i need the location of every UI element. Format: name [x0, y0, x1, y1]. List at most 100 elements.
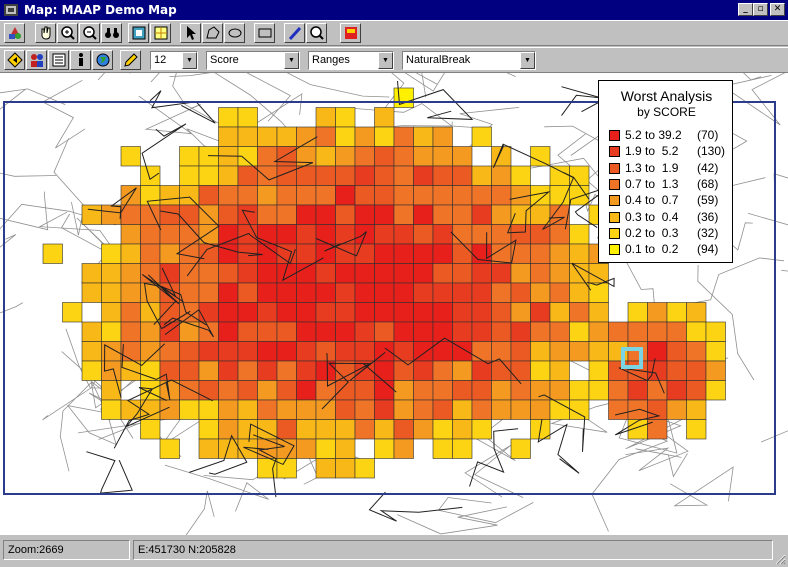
- grid-cell: [159, 185, 180, 206]
- grid-cell: [276, 419, 297, 440]
- zoom-in-button[interactable]: [57, 23, 78, 43]
- rectangle-button[interactable]: [254, 23, 275, 43]
- grid-cell: [198, 302, 219, 323]
- grid-cell: [237, 321, 258, 342]
- grid-cell: [413, 204, 434, 225]
- layers-icon: [9, 27, 21, 39]
- grid-cell: [257, 204, 278, 225]
- map-extent-button[interactable]: [128, 23, 149, 43]
- list-button[interactable]: [48, 50, 69, 70]
- grid-cell: [510, 243, 531, 264]
- class-count-select[interactable]: 12 ▼: [150, 51, 198, 70]
- select-button[interactable]: [180, 23, 201, 43]
- pan-button[interactable]: [35, 23, 56, 43]
- grid-cell: [588, 360, 609, 381]
- close-button[interactable]: ✕: [770, 3, 785, 16]
- ellipse-icon: [228, 28, 242, 38]
- chevron-down-icon[interactable]: ▼: [182, 52, 197, 69]
- layers-button[interactable]: [4, 23, 25, 43]
- grid-cell: [705, 321, 726, 342]
- method-select[interactable]: Ranges ▼: [308, 51, 394, 70]
- grid-cell: [354, 302, 375, 323]
- grid-cell: [432, 302, 453, 323]
- grid-cell: [296, 165, 317, 186]
- grid-cell: [608, 380, 629, 401]
- field-select[interactable]: Score ▼: [206, 51, 300, 70]
- grid-cell: [198, 204, 219, 225]
- grid-cell: [237, 263, 258, 284]
- chevron-down-icon[interactable]: ▼: [284, 52, 299, 69]
- grid-cell: [666, 321, 687, 342]
- grid-cell: [432, 282, 453, 303]
- grid-cell: [276, 399, 297, 420]
- grid-cell: [686, 302, 707, 323]
- grid-cell: [432, 126, 453, 147]
- navigate-button[interactable]: [4, 50, 25, 70]
- grid-cell: [627, 321, 648, 342]
- street-line: [743, 73, 762, 81]
- chevron-down-icon[interactable]: ▼: [378, 52, 393, 69]
- grid-cell: [452, 243, 473, 264]
- restore-button[interactable]: ▫: [753, 3, 768, 16]
- find-button[interactable]: [101, 23, 122, 43]
- grid-cell: [452, 204, 473, 225]
- grid-cell: [140, 224, 161, 245]
- grid-cell: [608, 341, 629, 362]
- grid-cell: [354, 419, 375, 440]
- grid-cell: [374, 438, 395, 459]
- grid-cell: [276, 380, 297, 401]
- grid-cell: [315, 107, 336, 128]
- grid-cell: [510, 282, 531, 303]
- globe-button[interactable]: [92, 50, 113, 70]
- grid-cell: [471, 185, 492, 206]
- grid-cell: [218, 302, 239, 323]
- legend-range: 0.2 to 0.3: [625, 225, 679, 240]
- break-select[interactable]: NaturalBreak ▼: [402, 51, 536, 70]
- grid-cell: [335, 341, 356, 362]
- grid-cell: [101, 282, 122, 303]
- grid-cell: [179, 399, 200, 420]
- grid-cell: [549, 360, 570, 381]
- grid-cell: [647, 321, 668, 342]
- grid-cell: [140, 165, 161, 186]
- polygon-button[interactable]: [202, 23, 223, 43]
- edit-button[interactable]: [120, 50, 141, 70]
- grid-cell: [530, 263, 551, 284]
- minimize-button[interactable]: _: [738, 3, 753, 16]
- analysis-toolbar: 12 ▼ Score ▼ Ranges ▼ NaturalBreak ▼: [0, 47, 788, 73]
- grid-cell: [198, 341, 219, 362]
- zoom-out-button[interactable]: [79, 23, 100, 43]
- zoom-out-icon: [83, 26, 97, 40]
- ellipse-button[interactable]: [224, 23, 245, 43]
- draw-button[interactable]: [284, 23, 305, 43]
- chevron-down-icon[interactable]: ▼: [520, 52, 535, 69]
- grid-cell: [549, 341, 570, 362]
- resize-grip-icon[interactable]: [774, 553, 786, 565]
- grid-cell: [198, 282, 219, 303]
- grid-cell: [666, 302, 687, 323]
- grid-cell: [198, 360, 219, 381]
- grid-cell: [491, 321, 512, 342]
- grid-cell: [276, 224, 297, 245]
- title-bar[interactable]: Map: MAAP Demo Map _ ▫ ✕: [0, 0, 788, 20]
- grid-cell: [549, 243, 570, 264]
- grid-cell: [452, 438, 473, 459]
- grid-cell: [354, 146, 375, 167]
- grid-cell: [510, 204, 531, 225]
- grid-cell: [393, 341, 414, 362]
- grid-cell: [374, 419, 395, 440]
- people-button[interactable]: [26, 50, 47, 70]
- grid-cell: [471, 380, 492, 401]
- grid-cell: [471, 341, 492, 362]
- grid-cell: [198, 419, 219, 440]
- grid-cell: [432, 243, 453, 264]
- grid-button[interactable]: [150, 23, 171, 43]
- grid-cell: [140, 419, 161, 440]
- app-icon[interactable]: [3, 2, 19, 18]
- grid-cell: [393, 380, 414, 401]
- magnify-button[interactable]: [306, 23, 327, 43]
- legend-button[interactable]: [340, 23, 361, 43]
- grid-cell: [530, 146, 551, 167]
- grid-cell: [315, 419, 336, 440]
- info-button[interactable]: [70, 50, 91, 70]
